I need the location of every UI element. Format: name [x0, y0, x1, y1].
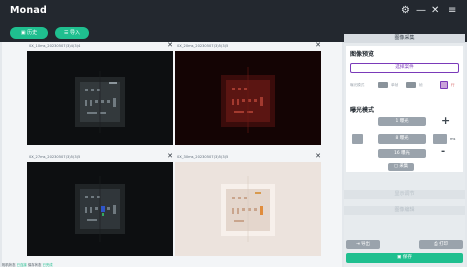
frame-toggle[interactable]: [406, 82, 416, 88]
value-field[interactable]: [433, 134, 447, 144]
image-panel-4: 0X_30ms_20230507(3)5(3)5 ✕: [175, 153, 321, 257]
capture-header[interactable]: 图像采集: [344, 34, 465, 43]
status-value: 已完成: [42, 263, 53, 267]
unit-label: ms: [450, 137, 456, 141]
mode-button-2[interactable]: 8 曝光: [378, 134, 426, 144]
menu-icon[interactable]: ≡: [448, 5, 456, 17]
capture-button[interactable]: ▢ 采集: [388, 163, 414, 171]
exposure-heading: 曝光模式: [350, 107, 375, 114]
status-bar: 相机状态 已连接 保存状态 已完成: [2, 262, 342, 267]
plus-icon[interactable]: +: [441, 114, 450, 127]
color-swatch[interactable]: [440, 81, 448, 89]
image-grid: 0X_10ms_20230507(3)4(3)4 ✕ 0X_20ms_20230…: [2, 42, 342, 267]
save-button[interactable]: ▣ 保存: [346, 253, 463, 263]
close-icon[interactable]: ✕: [167, 153, 173, 160]
image-preview[interactable]: [27, 51, 173, 145]
title-bar: Monad ⚙ — ✕ ≡: [0, 0, 467, 24]
preview-heading: 图像预览: [350, 51, 375, 58]
image-label: 0X_30ms_20230507(3)5(3)5: [177, 155, 229, 159]
image-panel-2: 0X_20ms_20230507(3)5(3)5 ✕: [175, 42, 321, 146]
minimize-icon[interactable]: —: [416, 5, 426, 17]
image-preview[interactable]: [27, 162, 173, 256]
edit-header[interactable]: 图像编辑: [344, 206, 465, 215]
minus-icon[interactable]: -: [441, 146, 445, 157]
status-label: 相机状态: [2, 263, 16, 267]
close-icon[interactable]: ✕: [315, 42, 321, 49]
gear-icon[interactable]: ⚙: [401, 5, 410, 17]
image-label: 0X_27ms_20230507(3)5(3)5: [29, 155, 81, 159]
left-arrow-icon[interactable]: [352, 134, 363, 144]
app-title: Monad: [10, 5, 47, 16]
close-icon[interactable]: ✕: [167, 42, 173, 49]
image-label: 0X_10ms_20230507(3)4(3)4: [29, 44, 81, 48]
mode-button-1[interactable]: 1 曝光: [378, 117, 426, 126]
image-label: 0X_20ms_20230507(3)5(3)5: [177, 44, 229, 48]
preview-label: 曝光模式: [350, 83, 365, 87]
history-button[interactable]: ▣ 历史: [10, 27, 48, 39]
preview-label: 帧: [419, 83, 423, 87]
print-button[interactable]: ⎙ 打印: [419, 240, 463, 249]
display-header[interactable]: 显示调节: [344, 190, 465, 199]
preview-label: 行: [451, 83, 455, 87]
capture-card: 图像预览 选择案件 曝光模式 单帧 帧 行 曝光模式 1 曝光 + 8 曝光 m…: [346, 46, 463, 172]
image-preview[interactable]: [175, 162, 321, 256]
select-button[interactable]: 选择案件: [350, 63, 459, 73]
close-icon[interactable]: ✕: [315, 153, 321, 160]
export-button[interactable]: ⇥ 导出: [346, 240, 380, 249]
mode-button-3[interactable]: 16 曝光: [378, 149, 426, 158]
close-icon[interactable]: ✕: [431, 5, 439, 17]
mode-toggle[interactable]: [378, 82, 388, 88]
image-panel-1: 0X_10ms_20230507(3)4(3)4 ✕: [27, 42, 173, 146]
image-preview[interactable]: [175, 51, 321, 145]
import-button[interactable]: ☰ 导入: [55, 27, 89, 39]
status-value: 已连接: [16, 263, 27, 267]
right-panel: 图像采集 图像预览 选择案件 曝光模式 单帧 帧 行 曝光模式 1 曝光 + 8…: [344, 34, 465, 267]
image-panel-3: 0X_27ms_20230507(3)5(3)5 ✕: [27, 153, 173, 257]
status-label: 保存状态: [27, 263, 42, 267]
preview-label: 单帧: [391, 83, 399, 87]
